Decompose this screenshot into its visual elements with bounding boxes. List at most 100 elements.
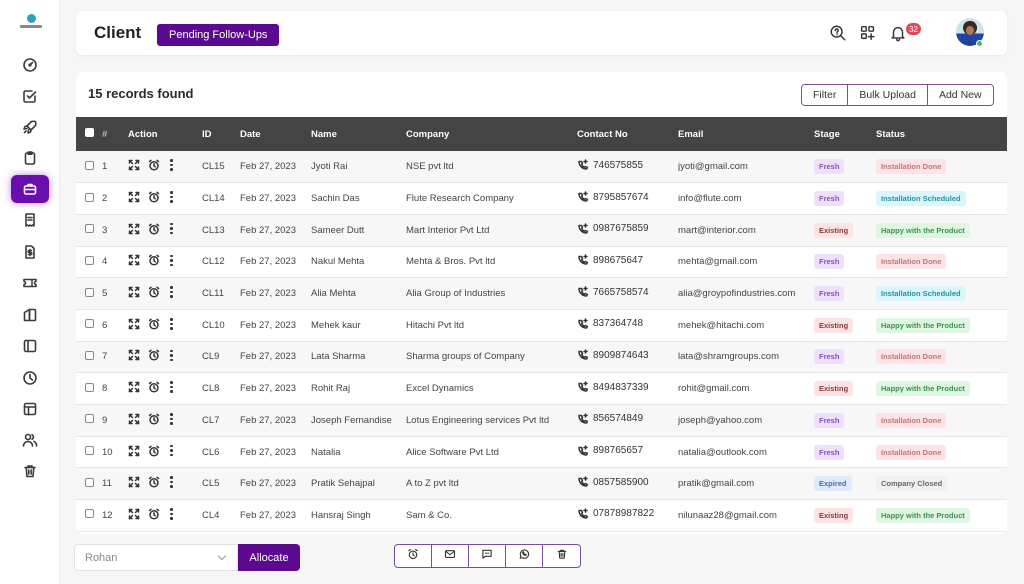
search-help-icon[interactable] [829, 24, 847, 42]
more-options-icon[interactable] [170, 476, 173, 488]
client-name[interactable]: Mehek kaur [311, 309, 406, 341]
expand-icon[interactable] [128, 191, 140, 203]
column-header-date[interactable]: Date [240, 117, 311, 151]
client-name[interactable]: Natalia [311, 436, 406, 468]
phone-call-icon[interactable] [577, 254, 589, 266]
sidebar-item-invoice-dollar[interactable] [11, 238, 49, 266]
client-name[interactable]: Pratik Sehajpal [311, 468, 406, 500]
client-email[interactable]: pratik@gmail.com [678, 468, 814, 500]
table-row[interactable]: 9 CL7 Feb 27, 2023 Joseph Fernandise Lotus E… [76, 404, 1007, 437]
client-email[interactable]: mehek@hitachi.com [678, 309, 814, 341]
alarm-icon[interactable] [148, 476, 160, 488]
row-checkbox[interactable] [85, 477, 94, 487]
more-options-icon[interactable] [170, 191, 173, 203]
alarm-icon[interactable] [148, 286, 160, 298]
expand-icon[interactable] [128, 349, 140, 361]
client-email[interactable]: mart@interior.com [678, 214, 814, 246]
alarm-icon[interactable] [148, 445, 160, 457]
table-row[interactable]: 10 CL6 Feb 27, 2023 Natalia Alice Software P… [76, 436, 1007, 468]
row-checkbox[interactable] [85, 509, 94, 519]
expand-icon[interactable] [128, 318, 140, 330]
row-checkbox[interactable] [85, 350, 94, 360]
row-checkbox[interactable] [85, 319, 94, 329]
add-widget-icon[interactable] [859, 24, 877, 42]
add-new-button[interactable]: Add New [927, 85, 993, 105]
row-checkbox[interactable] [85, 224, 94, 234]
more-options-icon[interactable] [170, 159, 173, 171]
sidebar-item-dashboard-gauge[interactable] [11, 51, 49, 79]
row-checkbox[interactable] [85, 382, 94, 392]
alarm-icon[interactable] [148, 349, 160, 362]
client-name[interactable]: Alia Mehta [311, 278, 406, 310]
phone-call-icon[interactable] [577, 381, 589, 393]
more-options-icon[interactable] [170, 444, 173, 457]
sidebar-item-receipt[interactable] [11, 206, 49, 234]
client-name[interactable]: Rohit Raj [311, 373, 406, 405]
sidebar-item-clipboard[interactable] [11, 144, 49, 172]
alarm-icon[interactable] [148, 318, 160, 330]
bulk-sms-button[interactable] [469, 545, 506, 567]
phone-call-icon[interactable] [577, 222, 589, 235]
client-email[interactable]: jyoti@gmail.com [678, 151, 814, 183]
client-name[interactable]: Lata Sharma [311, 341, 406, 373]
assignee-select[interactable]: Rohan [74, 544, 238, 571]
client-email[interactable]: info@flute.com [678, 183, 814, 215]
alarm-icon[interactable] [148, 254, 160, 266]
client-email[interactable]: alia@groypofindustries.com [678, 278, 814, 310]
sidebar-item-panel[interactable] [11, 332, 49, 360]
pending-follow-ups-button[interactable]: Pending Follow-Ups [157, 24, 280, 46]
more-options-icon[interactable] [170, 381, 173, 393]
column-header-company[interactable]: Company [406, 117, 577, 151]
table-row[interactable]: 8 CL8 Feb 27, 2023 Rohit Raj Excel Dynamics 8… [76, 372, 1007, 405]
table-row[interactable]: 11 CL5 Feb 27, 2023 Pratik Sehajpal A to Z p… [76, 467, 1007, 500]
expand-icon[interactable] [128, 381, 140, 393]
phone-call-icon[interactable] [577, 159, 589, 171]
client-email[interactable]: lata@shramgroups.com [678, 341, 814, 373]
alarm-icon[interactable] [148, 381, 160, 393]
client-email[interactable]: natalia@outlook.com [678, 436, 814, 468]
sidebar-item-task-checkbox[interactable] [11, 82, 49, 110]
select-all-checkbox[interactable] [85, 128, 94, 137]
sidebar-item-trash[interactable] [11, 457, 49, 485]
expand-icon[interactable] [128, 254, 140, 266]
alarm-icon[interactable] [148, 223, 160, 235]
alarm-icon[interactable] [148, 191, 160, 203]
alarm-icon[interactable] [148, 508, 160, 520]
client-email[interactable]: rohit@gmail.com [678, 373, 814, 405]
table-row[interactable]: 1 CL15 Feb 27, 2023 Jyoti Rai NSE pvt ltd 746… [76, 151, 1007, 183]
client-name[interactable]: Nakul Mehta [311, 246, 406, 278]
table-row[interactable]: 4 CL12 Feb 27, 2023 Nakul Mehta Mehta & Bros… [76, 246, 1007, 278]
alarm-icon[interactable] [148, 413, 160, 425]
row-checkbox[interactable] [85, 414, 94, 424]
phone-call-icon[interactable] [577, 508, 589, 520]
phone-call-icon[interactable] [577, 476, 589, 488]
expand-icon[interactable] [128, 413, 140, 425]
filter-button[interactable]: Filter [802, 85, 849, 105]
table-row[interactable]: 2 CL14 Feb 27, 2023 Sachin Das Flute Researc… [76, 182, 1007, 215]
row-checkbox[interactable] [85, 255, 94, 265]
bell-icon[interactable] [889, 24, 907, 42]
sidebar-item-briefcase[interactable] [11, 175, 49, 203]
expand-icon[interactable] [128, 286, 140, 298]
sidebar-item-catalog[interactable] [11, 301, 49, 329]
more-options-icon[interactable] [170, 413, 173, 425]
bulk-email-button[interactable] [432, 545, 469, 567]
sidebar-item-users[interactable] [11, 426, 49, 454]
bulk-whatsapp-button[interactable] [506, 545, 543, 567]
column-header-id[interactable]: ID [202, 117, 240, 151]
client-email[interactable]: nilunaaz28@gmail.com [678, 500, 814, 532]
more-options-icon[interactable] [170, 254, 173, 267]
expand-icon[interactable] [128, 508, 140, 520]
phone-call-icon[interactable] [577, 191, 589, 203]
client-name[interactable]: Hansraj Singh [311, 500, 406, 532]
column-header-stage[interactable]: Stage [814, 117, 876, 151]
sidebar-item-rocket[interactable] [11, 113, 49, 141]
more-options-icon[interactable] [170, 508, 173, 520]
more-options-icon[interactable] [170, 286, 173, 298]
client-email[interactable]: mehta@gmail.com [678, 246, 814, 278]
row-checkbox[interactable] [85, 192, 94, 202]
client-name[interactable]: Joseph Fernandise [311, 405, 406, 437]
expand-icon[interactable] [128, 159, 140, 171]
sidebar-item-table[interactable] [11, 395, 49, 423]
client-name[interactable]: Sachin Das [311, 183, 406, 215]
